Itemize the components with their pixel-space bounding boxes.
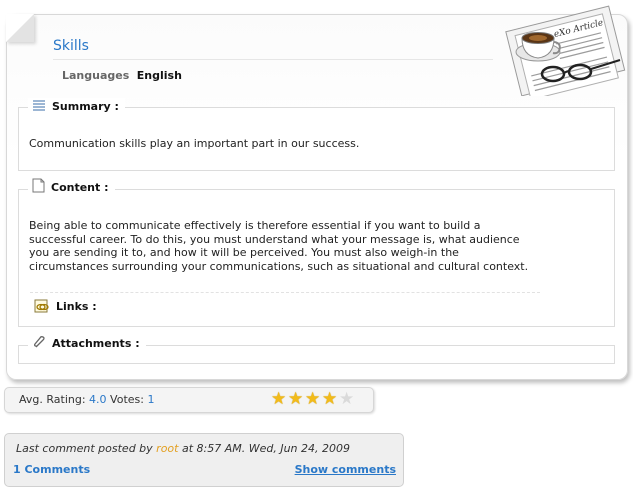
summary-text: Communication skills play an important p…: [29, 137, 360, 150]
content-text: Being able to communicate effectively is…: [29, 219, 528, 273]
content-legend: Content :: [28, 178, 115, 196]
summary-label: Summary :: [52, 99, 119, 113]
rating-bar: Avg. Rating: 4.0 Votes: 1 ★ ★ ★ ★ ★: [4, 387, 374, 413]
links-label: Links :: [56, 299, 97, 313]
language-value: English: [136, 69, 182, 82]
article-title: Skills: [53, 38, 89, 54]
document-icon: [32, 178, 45, 196]
star-icon[interactable]: ★: [305, 391, 322, 408]
language-row: Languages English: [62, 69, 182, 82]
comment-panel: Last comment posted by root at 8:57 AM. …: [4, 433, 404, 487]
links-legend: Links :: [30, 298, 103, 314]
content-label: Content :: [51, 180, 109, 194]
content-line: Being able to communicate effectively is…: [29, 219, 481, 232]
star-icon[interactable]: ★: [271, 391, 288, 408]
newspaper-coffee-icon: eXo Article: [505, 5, 626, 96]
content-divider: [30, 292, 540, 293]
last-comment-prefix: Last comment posted by: [16, 442, 153, 455]
content-line: circumstances surrounding your communica…: [29, 259, 529, 273]
attachments-label: Attachments :: [52, 336, 140, 350]
last-comment-suffix: at 8:57 AM. Wed, Jun 24, 2009: [181, 442, 351, 455]
avg-rating-value: 4.0: [89, 393, 107, 406]
star-icon[interactable]: ★: [339, 391, 356, 408]
list-icon: [32, 99, 46, 114]
star-icon[interactable]: ★: [288, 391, 305, 408]
votes-label: Votes:: [110, 393, 144, 406]
comment-author-link[interactable]: root: [156, 442, 178, 455]
attachments-legend: Attachments :: [28, 335, 146, 351]
star-rating[interactable]: ★ ★ ★ ★ ★: [271, 391, 356, 408]
title-divider: [53, 59, 493, 60]
content-line: you are sending it to, and how it will b…: [29, 246, 459, 259]
last-comment: Last comment posted by root at 8:57 AM. …: [16, 442, 350, 455]
votes-value: 1: [147, 393, 155, 406]
summary-legend: Summary :: [28, 98, 125, 114]
show-comments-link[interactable]: Show comments: [295, 463, 396, 476]
paperclip-icon: [32, 335, 46, 352]
avg-rating-label: Avg. Rating:: [19, 393, 86, 406]
avg-rating: Avg. Rating: 4.0 Votes: 1: [19, 393, 154, 406]
language-label: Languages: [62, 69, 130, 82]
comment-count-link[interactable]: 1 Comments: [13, 463, 90, 476]
content-line: successful career. To do this, you must …: [29, 232, 520, 246]
link-icon: [34, 297, 50, 316]
star-icon[interactable]: ★: [322, 391, 339, 408]
page-fold-corner: [6, 14, 34, 42]
